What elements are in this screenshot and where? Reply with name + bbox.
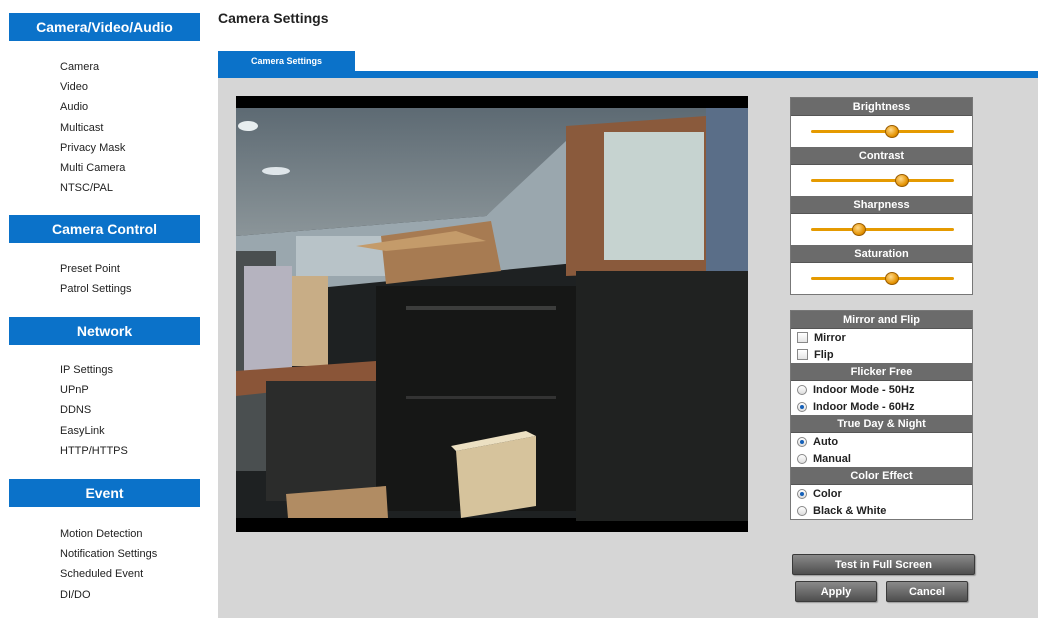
day-night-auto-option[interactable]: Auto (791, 433, 972, 450)
sidebar-item-scheduled-event[interactable]: Scheduled Event (60, 564, 157, 584)
black-white-label: Black & White (813, 504, 887, 517)
sidebar-item-easylink[interactable]: EasyLink (60, 421, 128, 441)
sharpness-slider[interactable] (791, 214, 972, 245)
sidebar-item-audio[interactable]: Audio (60, 97, 125, 117)
flip-label: Flip (814, 348, 834, 361)
options-panel: Mirror and Flip Mirror Flip Flicker Free… (790, 310, 973, 520)
image-adjust-panel: Brightness Contrast Sharpness Saturation (790, 97, 973, 295)
brightness-slider[interactable] (791, 116, 972, 147)
tab-bar (218, 71, 1038, 78)
page-title: Camera Settings (218, 10, 329, 26)
sidebar-item-multi-camera[interactable]: Multi Camera (60, 158, 125, 178)
flicker-60hz-option[interactable]: Indoor Mode - 60Hz (791, 398, 972, 415)
day-night-manual-radio[interactable] (797, 453, 807, 464)
flicker-50hz-label: Indoor Mode - 50Hz (813, 383, 915, 396)
day-night-manual-label: Manual (813, 452, 851, 465)
brightness-slider-knob[interactable] (885, 125, 900, 138)
section-header-camera-video-audio: Camera/Video/Audio (9, 13, 200, 41)
sidebar-item-motion-detection[interactable]: Motion Detection (60, 524, 157, 544)
mirror-label: Mirror (814, 331, 846, 344)
day-night-auto-radio[interactable] (797, 436, 807, 447)
section-header-network: Network (9, 317, 200, 345)
color-label: Color (813, 487, 842, 500)
nav-list-network: IP Settings UPnP DDNS EasyLink HTTP/HTTP… (60, 360, 128, 461)
sidebar-item-ip-settings[interactable]: IP Settings (60, 360, 128, 380)
camera-feed-image (236, 108, 748, 521)
mirror-option[interactable]: Mirror (791, 329, 972, 346)
saturation-slider-track[interactable] (811, 277, 954, 280)
sidebar-item-ntsc-pal[interactable]: NTSC/PAL (60, 178, 125, 198)
sidebar-item-notification-settings[interactable]: Notification Settings (60, 544, 157, 564)
nav-list-camera-control: Preset Point Patrol Settings (60, 259, 132, 299)
apply-button[interactable]: Apply (795, 581, 877, 602)
sidebar-item-privacy-mask[interactable]: Privacy Mask (60, 138, 125, 158)
tab-camera-settings[interactable]: Camera Settings (218, 51, 355, 71)
contrast-slider[interactable] (791, 165, 972, 196)
nav-list-event: Motion Detection Notification Settings S… (60, 524, 157, 605)
flicker-50hz-option[interactable]: Indoor Mode - 50Hz (791, 381, 972, 398)
sidebar-item-preset-point[interactable]: Preset Point (60, 259, 132, 279)
saturation-header: Saturation (791, 245, 972, 263)
section-header-camera-control: Camera Control (9, 215, 200, 243)
nav-list-camera-video-audio: Camera Video Audio Multicast Privacy Mas… (60, 57, 125, 198)
sidebar-item-ddns[interactable]: DDNS (60, 400, 128, 420)
contrast-slider-track[interactable] (811, 179, 954, 182)
color-option[interactable]: Color (791, 485, 972, 502)
flip-option[interactable]: Flip (791, 346, 972, 363)
test-full-screen-button[interactable]: Test in Full Screen (792, 554, 975, 575)
sidebar-item-video[interactable]: Video (60, 77, 125, 97)
day-night-manual-option[interactable]: Manual (791, 450, 972, 467)
saturation-slider[interactable] (791, 263, 972, 294)
flicker-60hz-radio[interactable] (797, 401, 807, 412)
sidebar-item-patrol-settings[interactable]: Patrol Settings (60, 279, 132, 299)
contrast-slider-knob[interactable] (895, 174, 910, 187)
black-white-radio[interactable] (797, 505, 807, 516)
sidebar-item-di-do[interactable]: DI/DO (60, 585, 157, 605)
sidebar-item-multicast[interactable]: Multicast (60, 118, 125, 138)
sidebar-item-camera[interactable]: Camera (60, 57, 125, 77)
sharpness-slider-knob[interactable] (851, 223, 866, 236)
flip-checkbox[interactable] (797, 349, 808, 360)
cancel-button[interactable]: Cancel (886, 581, 968, 602)
flicker-50hz-radio[interactable] (797, 384, 807, 395)
sidebar-item-http-https[interactable]: HTTP/HTTPS (60, 441, 128, 461)
flicker-60hz-label: Indoor Mode - 60Hz (813, 400, 915, 413)
day-night-header: True Day & Night (791, 415, 972, 433)
sidebar: Camera/Video/Audio Camera Video Audio Mu… (0, 0, 210, 618)
sharpness-slider-track[interactable] (811, 228, 954, 231)
flicker-free-header: Flicker Free (791, 363, 972, 381)
sharpness-header: Sharpness (791, 196, 972, 214)
sidebar-item-upnp[interactable]: UPnP (60, 380, 128, 400)
mirror-checkbox[interactable] (797, 332, 808, 343)
black-white-option[interactable]: Black & White (791, 502, 972, 519)
day-night-auto-label: Auto (813, 435, 839, 448)
mirror-flip-header: Mirror and Flip (791, 311, 972, 329)
brightness-slider-track[interactable] (811, 130, 954, 133)
contrast-header: Contrast (791, 147, 972, 165)
color-radio[interactable] (797, 488, 807, 499)
live-video-preview (236, 96, 748, 532)
color-effect-header: Color Effect (791, 467, 972, 485)
brightness-header: Brightness (791, 98, 972, 116)
section-header-event: Event (9, 479, 200, 507)
saturation-slider-knob[interactable] (885, 272, 900, 285)
